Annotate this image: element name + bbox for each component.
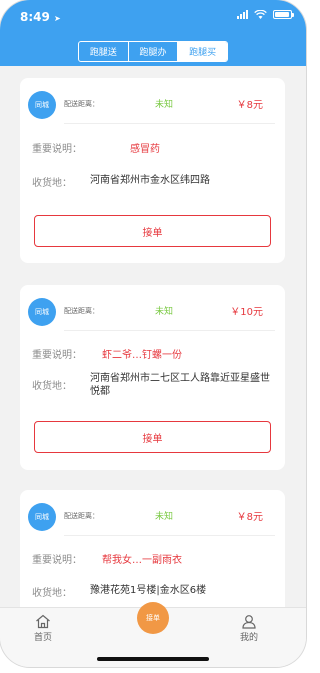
address-value: 豫港花苑1号楼|金水区6楼	[90, 585, 207, 596]
status-time: 8:49 ➤	[20, 10, 61, 24]
distance-label: 配送距离：	[64, 512, 99, 520]
tab-home-label: 首页	[34, 633, 53, 643]
distance-value: 未知	[155, 307, 174, 317]
note-value: 虾二爷…钉螺一份	[102, 350, 182, 361]
home-icon	[36, 614, 50, 629]
note-value: 感冒药	[130, 144, 160, 155]
divider	[64, 123, 275, 124]
note-label: 重要说明：	[32, 144, 82, 155]
address-value: 河南省郑州市金水区纬四路	[90, 175, 210, 186]
divider	[64, 535, 275, 536]
tab-home[interactable]: 首页	[34, 614, 52, 643]
accept-order-button[interactable]: 接单	[34, 421, 271, 453]
distance-label: 配送距离：	[64, 307, 99, 315]
city-badge: 同城	[28, 91, 56, 119]
address-label: 收货地：	[32, 178, 72, 189]
header-bar: 8:49 ➤ 跑腿送 跑腿办 跑腿买	[0, 0, 306, 66]
note-label: 重要说明：	[32, 350, 82, 361]
city-badge: 同城	[28, 298, 56, 326]
wifi-icon	[254, 10, 267, 19]
user-icon	[242, 615, 256, 629]
tab-paotui-song[interactable]: 跑腿送	[79, 42, 129, 61]
accept-order-button[interactable]: 接单	[34, 215, 271, 247]
tab-me[interactable]: 我的	[240, 614, 258, 643]
order-card: 同城 配送距离： 未知 ￥8元 重要说明： 帮我女…一副雨衣 收货地： 豫港花苑…	[20, 490, 285, 620]
order-card: 同城 配送距离： 未知 ￥8元 重要说明： 感冒药 收货地： 河南省郑州市金水区…	[20, 78, 285, 263]
address-value: 河南省郑州市二七区工人路靠近亚星盛世悦都	[90, 373, 270, 397]
price: ￥8元	[236, 100, 263, 111]
distance-value: 未知	[155, 100, 174, 110]
price: ￥10元	[230, 307, 263, 318]
tab-paotui-mai[interactable]: 跑腿买	[178, 42, 227, 61]
segment-tabs: 跑腿送 跑腿办 跑腿买	[78, 41, 228, 62]
address-label: 收货地：	[32, 588, 72, 599]
phone-screen: 8:49 ➤ 跑腿送 跑腿办 跑腿买 同城 配送距离： 未知 ￥8元 重要说明：	[0, 0, 306, 667]
order-card: 同城 配送距离： 未知 ￥10元 重要说明： 虾二爷…钉螺一份 收货地： 河南省…	[20, 285, 285, 470]
distance-label: 配送距离：	[64, 100, 99, 108]
tab-me-label: 我的	[240, 633, 259, 643]
location-icon: ➤	[54, 14, 61, 23]
signal-icon	[237, 10, 248, 19]
note-value: 帮我女…一副雨衣	[102, 555, 182, 566]
address-label: 收货地：	[32, 381, 72, 392]
distance-value: 未知	[155, 512, 174, 522]
city-badge: 同城	[28, 503, 56, 531]
accept-center-button[interactable]: 接单	[137, 602, 169, 634]
status-icons	[237, 10, 294, 19]
note-label: 重要说明：	[32, 555, 82, 566]
divider	[64, 330, 275, 331]
tab-paotui-ban[interactable]: 跑腿办	[129, 42, 179, 61]
home-indicator	[97, 657, 209, 661]
battery-icon	[273, 10, 294, 19]
price: ￥8元	[236, 512, 263, 523]
